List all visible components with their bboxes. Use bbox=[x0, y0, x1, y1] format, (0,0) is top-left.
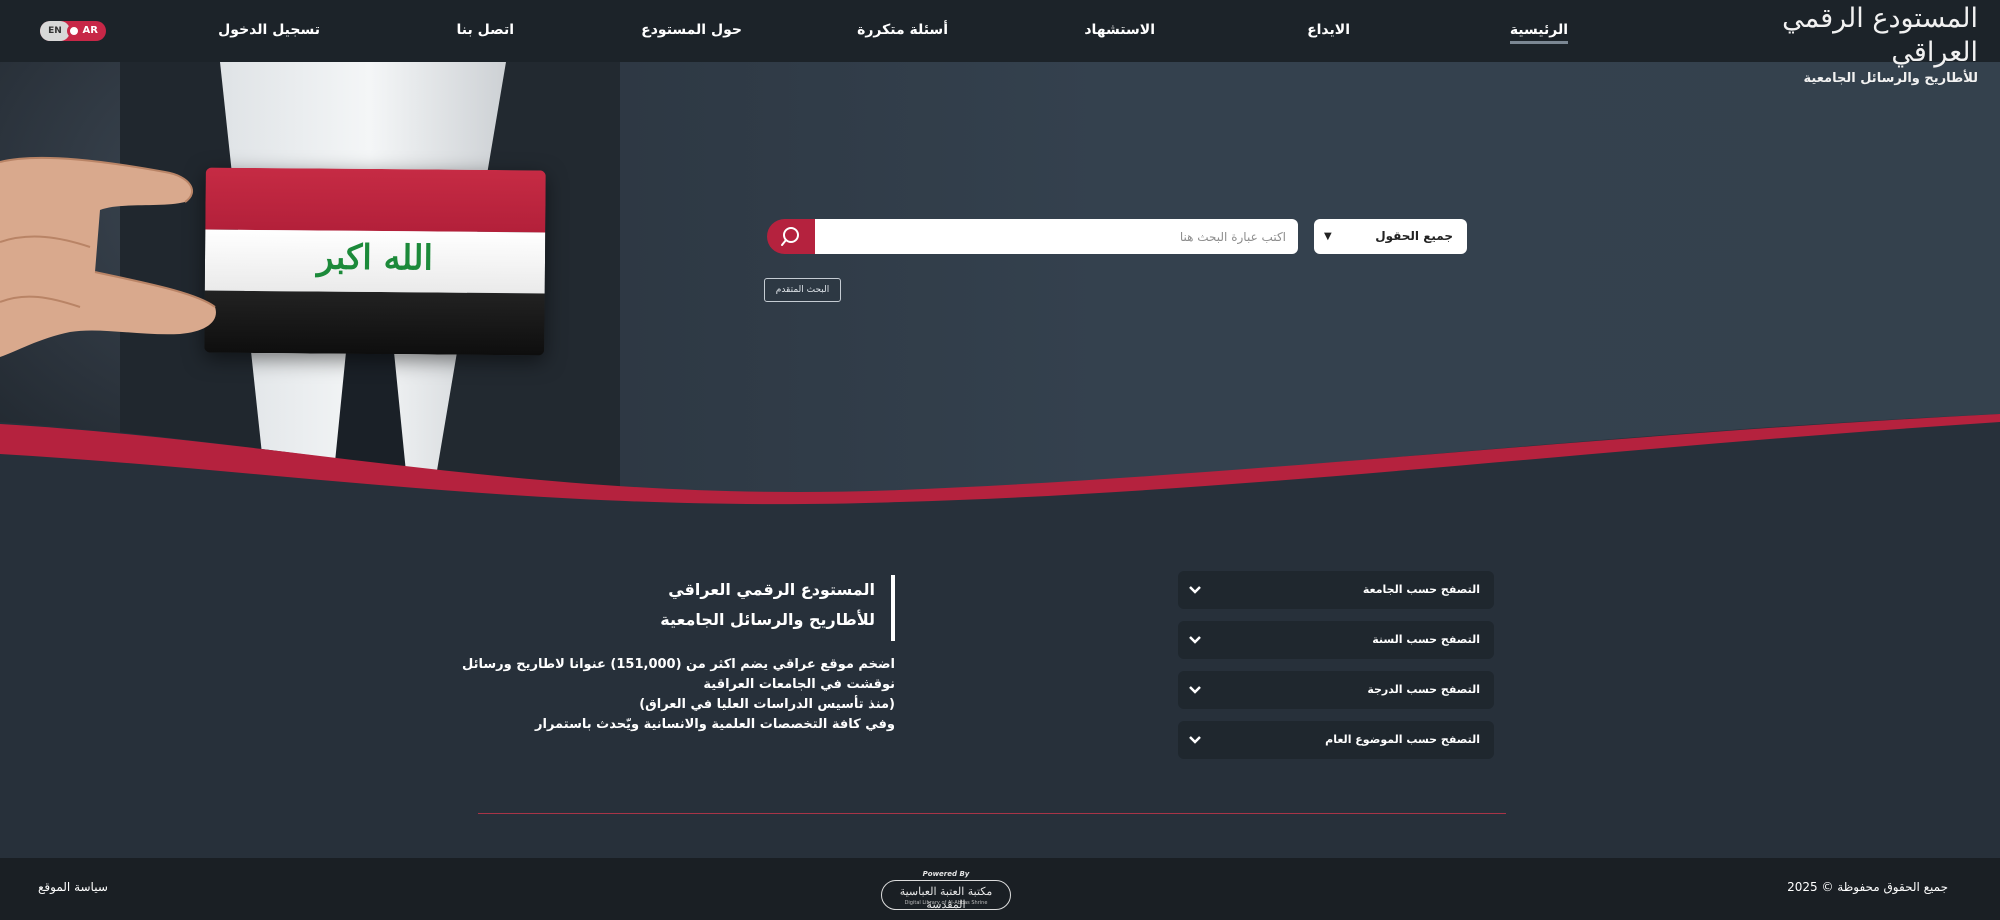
hero-banner: الله اكبر جميع الحقول ▼ البحث المتقدم bbox=[0, 62, 2000, 512]
powered-by-name: مكتبة العتبة العباسية المقدسة bbox=[899, 885, 993, 911]
chevron-down-icon bbox=[1189, 636, 1201, 644]
about-desc-line: نوقشت في الجامعات العراقية bbox=[703, 677, 895, 692]
powered-by-logo[interactable]: Powered By مكتبة العتبة العباسية المقدسة… bbox=[879, 870, 1013, 912]
search-icon bbox=[781, 227, 799, 246]
page: المستودع الرقمي العراقي للأطاريح والرسائ… bbox=[0, 0, 2000, 920]
nav-deposit[interactable]: الايداع bbox=[1307, 22, 1350, 44]
about-desc-line: اضخم موقع عراقي يضم اكثر من (151,000) عن… bbox=[462, 657, 895, 672]
nav-faq[interactable]: أسئلة متكررة bbox=[857, 22, 948, 44]
library-badge-icon: مكتبة العتبة العباسية المقدسة Digital Li… bbox=[881, 880, 1011, 911]
footer: جميع الحقوق محفوظة © 2025 Powered By مكت… bbox=[0, 858, 2000, 920]
about-section: المستودع الرقمي العراقي للأطاريح والرسائ… bbox=[450, 575, 895, 735]
hero-wave-shape bbox=[0, 414, 2000, 512]
browse-item-label: التصفح حسب الجامعة bbox=[1362, 583, 1480, 596]
chevron-down-icon: ▼ bbox=[1324, 231, 1332, 242]
powered-by-sub: Digital Library of Al-Abbas Shrine bbox=[904, 900, 988, 906]
language-toggle[interactable]: EN AR bbox=[40, 21, 106, 41]
about-title-line1: المستودع الرقمي العراقي bbox=[668, 580, 875, 599]
nav-citation[interactable]: الاستشهاد bbox=[1084, 22, 1155, 44]
copyright-text: جميع الحقوق محفوظة © 2025 bbox=[1787, 880, 1948, 894]
lang-en-label: EN bbox=[40, 21, 70, 41]
advanced-search-button[interactable]: البحث المتقدم bbox=[764, 278, 841, 302]
powered-by-label: Powered By bbox=[922, 870, 970, 878]
chevron-down-icon bbox=[1189, 586, 1201, 594]
logo-title: المستودع الرقمي العراقي bbox=[1782, 3, 1978, 68]
site-logo[interactable]: المستودع الرقمي العراقي للأطاريح والرسائ… bbox=[1768, 2, 1978, 86]
about-title-block: المستودع الرقمي العراقي للأطاريح والرسائ… bbox=[595, 575, 895, 641]
nav-home[interactable]: الرئيسية bbox=[1509, 22, 1568, 44]
toggle-knob-icon bbox=[67, 24, 81, 38]
about-desc-line: وفي كافة التخصصات العلمية والانسانية ويّ… bbox=[535, 717, 895, 732]
browse-item-label: التصفح حسب الدرجة bbox=[1367, 683, 1480, 696]
about-desc-line: (منذ تأسيس الدراسات العليا في العراق) bbox=[639, 697, 895, 712]
browse-accordion: التصفح حسب الجامعة التصفح حسب السنة التص… bbox=[1178, 571, 1494, 771]
chevron-down-icon bbox=[1189, 736, 1201, 744]
browse-by-year[interactable]: التصفح حسب السنة bbox=[1178, 621, 1494, 659]
chevron-down-icon bbox=[1189, 686, 1201, 694]
lang-ar-label: AR bbox=[82, 25, 98, 36]
search-field-select-value: جميع الحقول bbox=[1375, 229, 1453, 243]
about-title-line2: للأطاريح والرسائل الجامعية bbox=[660, 610, 875, 629]
browse-by-subject[interactable]: التصفح حسب الموضوع العام bbox=[1178, 721, 1494, 759]
nav-contact[interactable]: اتصل بنا bbox=[457, 22, 514, 44]
browse-by-university[interactable]: التصفح حسب الجامعة bbox=[1178, 571, 1494, 609]
section-divider bbox=[478, 813, 1506, 814]
top-navbar: المستودع الرقمي العراقي للأطاريح والرسائ… bbox=[0, 0, 2000, 86]
site-policy-link[interactable]: سياسة الموقع bbox=[38, 880, 108, 894]
search-button[interactable] bbox=[767, 219, 815, 254]
search-field-select[interactable]: جميع الحقول ▼ bbox=[1314, 219, 1467, 254]
nav-login[interactable]: تسجيل الدخول bbox=[218, 22, 320, 44]
logo-subtitle: للأطاريح والرسائل الجامعية bbox=[1803, 71, 1978, 86]
about-description: اضخم موقع عراقي يضم اكثر من (151,000) عن… bbox=[450, 655, 895, 735]
browse-item-label: التصفح حسب السنة bbox=[1372, 633, 1480, 646]
browse-item-label: التصفح حسب الموضوع العام bbox=[1325, 733, 1480, 746]
nav-about[interactable]: حول المستودع bbox=[641, 22, 742, 44]
browse-by-degree[interactable]: التصفح حسب الدرجة bbox=[1178, 671, 1494, 709]
search-input[interactable] bbox=[814, 219, 1298, 254]
